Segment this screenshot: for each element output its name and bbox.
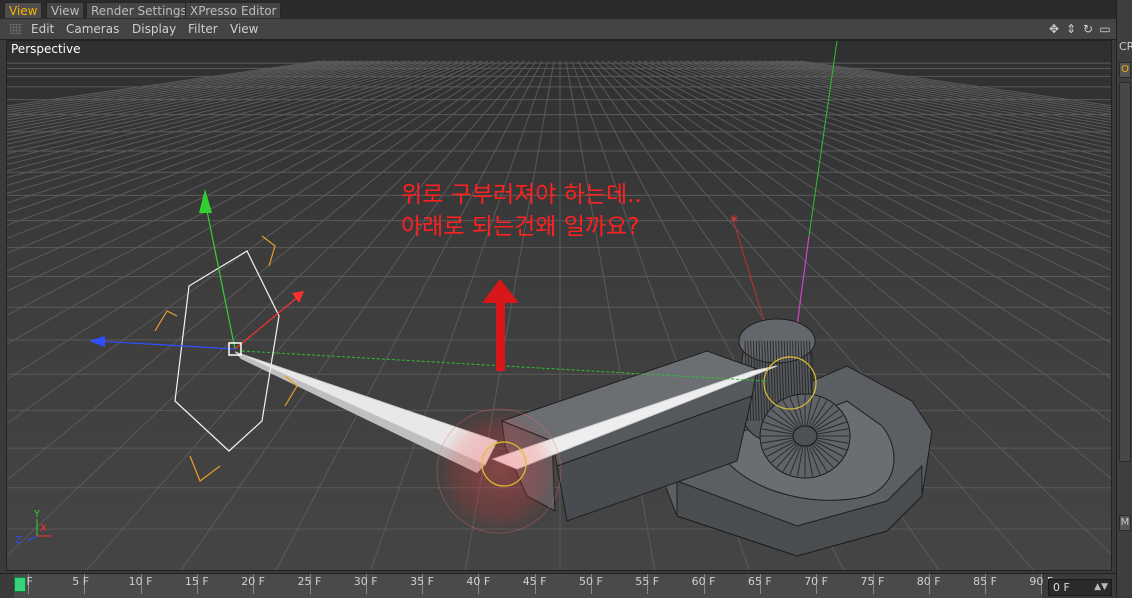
- rotate-camera-icon[interactable]: ↻: [1081, 21, 1095, 37]
- tick-label: 5 F: [72, 575, 90, 588]
- annotation-text: 위로 구부러져야 하는데.. 아래로 되는건왜 일까요?: [401, 179, 642, 243]
- timeline[interactable]: 0 F 5 F 10 F 15 F 20 F 25 F 30 F 35 F 40 F 45 F 50…: [0, 573, 1116, 598]
- tick-label: 15 F: [184, 575, 209, 588]
- tick-label: 85 F: [973, 575, 997, 588]
- annotation-line-1: 위로 구부러져야 하는데..: [401, 182, 642, 208]
- tick-label: 30 F: [353, 575, 378, 588]
- viewport-menu-bar: Edit Cameras Display Filter View ✥ ⇕ ↻ ▭: [0, 19, 1116, 40]
- maximize-view-icon[interactable]: ▭: [1098, 21, 1112, 37]
- tab-xpresso-editor[interactable]: XPresso Editor: [185, 2, 282, 18]
- selection-glow: [436, 408, 562, 534]
- frame-field[interactable]: 0 F ▲▼: [1048, 579, 1112, 596]
- right-panel-strip: CR O M: [1116, 0, 1132, 597]
- right-tab-o[interactable]: O: [1119, 62, 1131, 78]
- tick-label: 35 F: [410, 575, 434, 588]
- menu-display[interactable]: Display: [132, 21, 176, 37]
- annotation-line-2: 아래로 되는건왜 일까요?: [401, 214, 640, 240]
- viewport-scene[interactable]: ✳ Y X Z: [7, 41, 1112, 571]
- tick-label: 75 F: [860, 575, 885, 588]
- tab-render-settings[interactable]: Render Settings: [86, 2, 192, 18]
- tick-label: 60 F: [691, 575, 716, 588]
- move-camera-icon[interactable]: ✥: [1047, 21, 1061, 37]
- tick-label: 25 F: [297, 575, 322, 588]
- tick-label: 20 F: [241, 575, 266, 588]
- navigation-icons: ✥ ⇕ ↻ ▭: [1047, 21, 1112, 37]
- tick-label: 80 F: [916, 575, 941, 588]
- perspective-viewport[interactable]: ✳ Y X Z Perspective 위로 구부러져야 하는데.. 아래로 되…: [6, 40, 1112, 571]
- frame-field-value: 0 F: [1053, 581, 1070, 594]
- tick-label: 10 F: [128, 575, 153, 588]
- grip-icon[interactable]: [10, 24, 22, 34]
- stepper-icon[interactable]: ▲▼: [1094, 580, 1108, 595]
- right-panel-label: CR: [1119, 40, 1132, 53]
- tick-label: 50 F: [579, 575, 603, 588]
- right-tab-m[interactable]: M: [1119, 515, 1131, 531]
- target-marker-icon: ✳: [729, 212, 739, 226]
- tick-label: 65 F: [747, 575, 772, 588]
- tick-label: 45 F: [522, 575, 547, 588]
- tab-bar: View View Render Settings XPresso Editor: [0, 0, 1116, 20]
- menu-view[interactable]: View: [230, 21, 258, 37]
- tick-label: 40 F: [466, 575, 491, 588]
- tick-label: 55 F: [635, 575, 660, 588]
- svg-text:Y: Y: [33, 509, 41, 520]
- menu-filter[interactable]: Filter: [188, 21, 218, 37]
- menu-edit[interactable]: Edit: [31, 21, 54, 37]
- zoom-camera-icon[interactable]: ⇕: [1064, 21, 1078, 37]
- current-frame-marker[interactable]: [14, 577, 26, 592]
- right-panel-scrollbar[interactable]: [1119, 82, 1131, 462]
- svg-text:X: X: [40, 523, 47, 534]
- timeline-ruler[interactable]: 0 F5 F10 F15 F20 F25 F30 F35 F40 F45 F50…: [14, 574, 1053, 598]
- viewport-title: Perspective: [11, 42, 81, 56]
- tab-view[interactable]: View: [4, 2, 43, 18]
- tick-label: 70 F: [804, 575, 829, 588]
- svg-text:Z: Z: [15, 535, 22, 546]
- menu-cameras[interactable]: Cameras: [66, 21, 119, 37]
- tab-view-2[interactable]: View: [46, 2, 85, 18]
